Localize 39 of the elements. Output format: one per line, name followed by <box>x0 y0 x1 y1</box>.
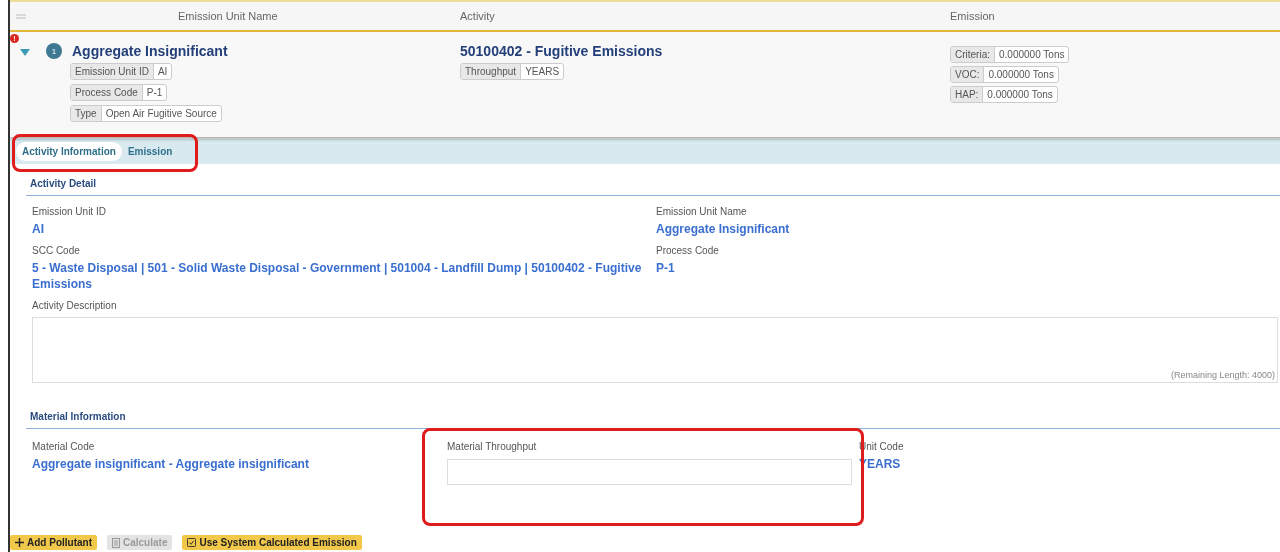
field-value: AI <box>32 221 45 237</box>
tab[interactable]: Emission <box>121 142 179 161</box>
caret-down-icon[interactable] <box>20 49 30 57</box>
throughput-field[interactable] <box>447 459 852 485</box>
info-tag: Emission Unit ID AI <box>70 63 173 80</box>
plus-icon <box>15 538 24 547</box>
section-title: Material Information <box>26 409 1280 429</box>
field-value: Aggregate Insignificant <box>656 221 791 237</box>
remaining-length: (Remaining Length: 4000) <box>1170 370 1275 380</box>
info-tag: Process Code P-1 <box>70 84 168 101</box>
emission-tag: VOC: 0.000000 Tons <box>950 66 1059 83</box>
emission-tag: Criteria: 0.000000 Tons <box>950 46 1070 63</box>
field-label: Process Code <box>656 245 720 256</box>
section-title: Activity Detail <box>26 176 1280 196</box>
row-number: 1 <box>46 43 62 59</box>
field-value: Aggregate insignificant - Aggregate insignificant <box>32 456 310 472</box>
field-label: Material Code <box>32 441 96 452</box>
emission-tag: HAP: 0.000000 Tons <box>950 86 1058 103</box>
column-header: Emission <box>950 10 996 22</box>
activity-name: 50100402 - Fugitive Emissions <box>460 43 664 59</box>
checkbox-icon <box>187 538 197 547</box>
field-label: Material Throughput <box>447 441 538 452</box>
drag-handle-icon[interactable] <box>16 13 26 19</box>
field-value: 5 - Waste Disposal | 501 - Solid Waste Disposal - Government | 501004 - Landfill Dump | 50100402 - Fugitive Emissions <box>32 260 643 292</box>
unit-name: Aggregate Insignificant <box>72 43 228 59</box>
field-label: Emission Unit Name <box>656 206 748 217</box>
field-value: P-1 <box>656 260 676 276</box>
info-tag: Throughput YEARS <box>460 63 565 80</box>
field-label: Emission Unit ID <box>32 206 107 217</box>
info-tag: Type Open Air Fugitive Source <box>70 105 222 122</box>
column-header: Activity <box>460 10 496 22</box>
tab[interactable]: Activity Information <box>16 142 122 161</box>
field-label: Activity Description <box>32 300 118 311</box>
description-field[interactable]: (Remaining Length: 4000) <box>32 317 1278 383</box>
action-button[interactable]: Use System Calculated Emission <box>182 535 362 550</box>
calculator-icon <box>112 537 120 548</box>
action-button[interactable]: Add Pollutant <box>10 535 97 550</box>
field-label: SCC Code <box>32 245 81 256</box>
column-header: Emission Unit Name <box>177 10 279 22</box>
